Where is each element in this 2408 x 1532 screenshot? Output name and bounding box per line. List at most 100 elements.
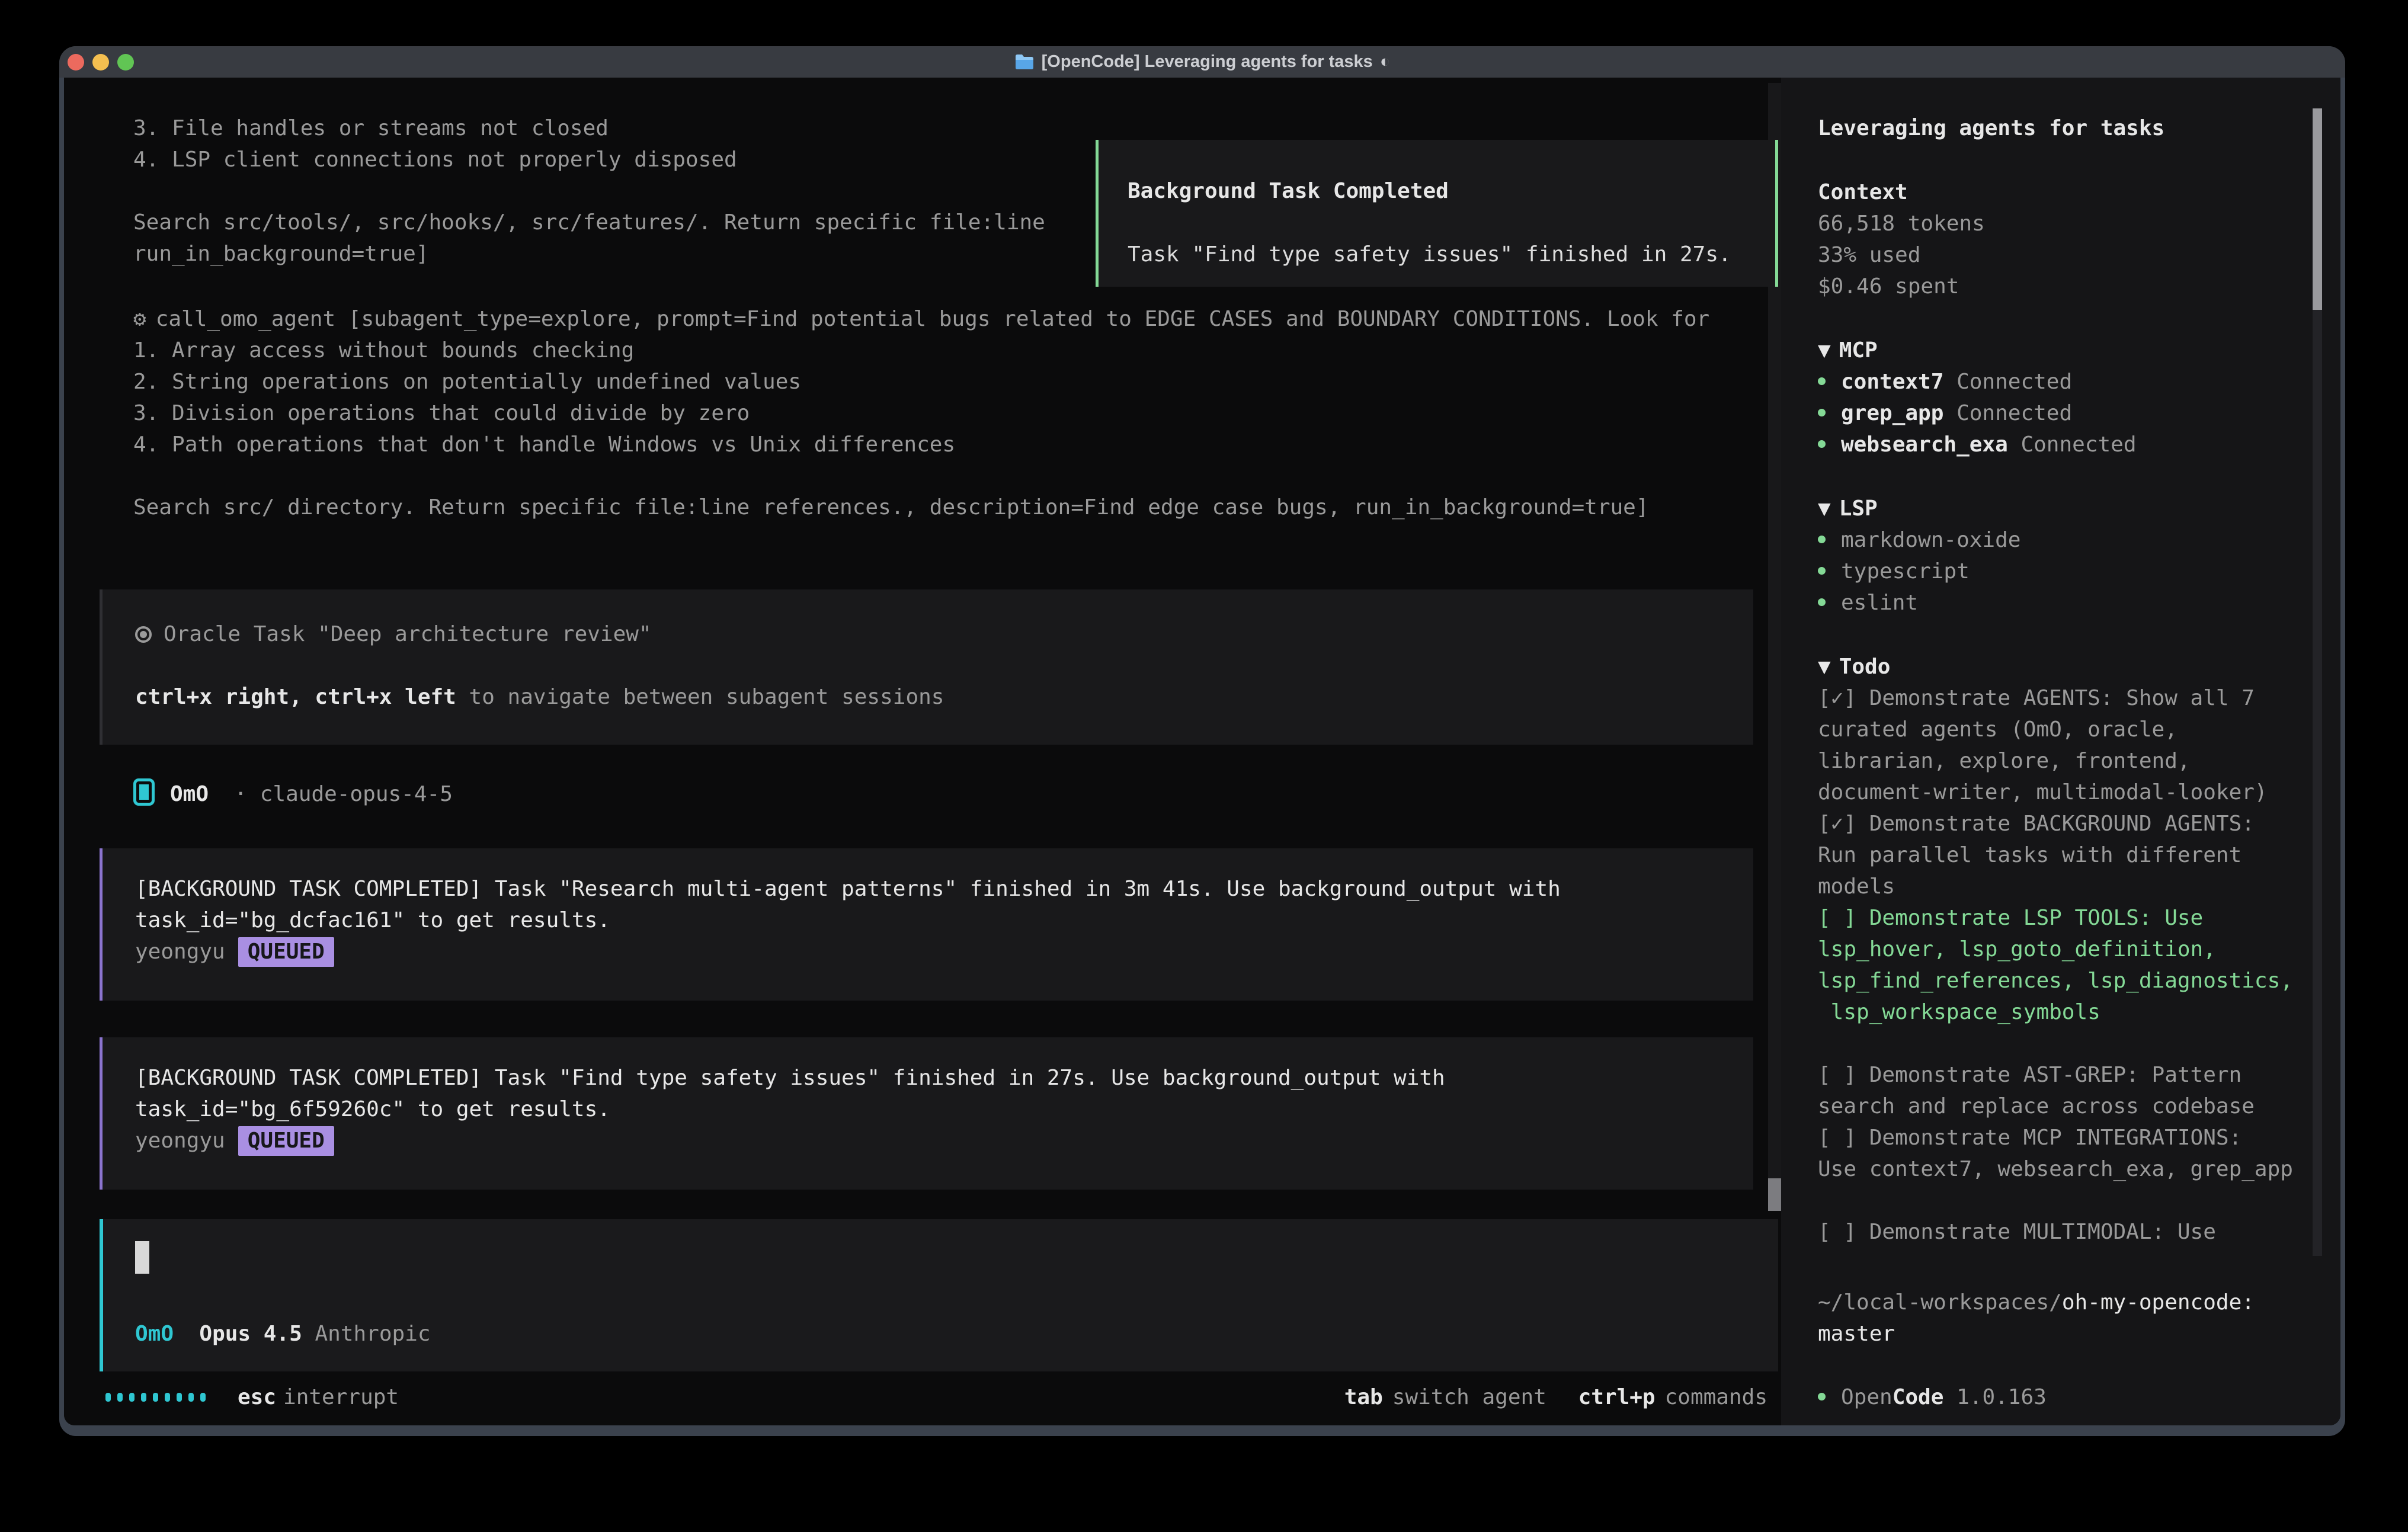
- spinner-dots: [105, 1393, 206, 1402]
- list-item: [ ] Demonstrate LSP TOOLS: Use: [1818, 902, 2293, 934]
- toast-body: Task "Find type safety issues" finished …: [1128, 239, 1775, 271]
- spinner-dot: [117, 1393, 123, 1402]
- list-item: 1. Array access without bounds checking: [133, 335, 1709, 366]
- scrollback-text: 3. File handles or streams not closed4. …: [133, 113, 1045, 270]
- list-item: lsp_hover, lsp_goto_definition,: [1818, 934, 2293, 965]
- agent-header: OmO · claude-opus-4-5: [133, 778, 453, 810]
- oracle-task-title-line: Oracle Task "Deep architecture review": [135, 618, 1753, 650]
- list-item: Search src/tools/, src/hooks/, src/featu…: [133, 207, 1045, 238]
- list-item: [133, 460, 1709, 492]
- list-item: 4. LSP client connections not properly d…: [133, 144, 1045, 175]
- tab-key-hint: tab: [1344, 1382, 1383, 1413]
- list-item: [✓] Demonstrate BACKGROUND AGENTS:: [1818, 808, 2293, 839]
- workspace-branch: master: [1818, 1318, 1895, 1350]
- navigation-hint: ctrl+x right, ctrl+x left to navigate be…: [135, 681, 1753, 713]
- radio-target-icon: [135, 626, 152, 643]
- chat-scrollbar-thumb[interactable]: [1768, 1178, 1781, 1211]
- window-titlebar[interactable]: [OpenCode] Leveraging agents for tasks ◐: [59, 46, 2345, 78]
- gear-icon: ⚙: [133, 303, 146, 335]
- mcp-item: grep_app Connected: [1818, 398, 2072, 429]
- input-provider-name: Anthropic: [315, 1322, 430, 1346]
- ctrlp-key-label: commands: [1665, 1382, 1767, 1413]
- collapse-triangle-icon: ▼: [1818, 496, 1831, 521]
- lsp-item: markdown-oxide: [1818, 524, 2020, 556]
- list-item: lsp_workspace_symbols: [1818, 996, 2293, 1028]
- list-item: librarian, explore, frontend,: [1818, 745, 2293, 777]
- list-item: [✓] Demonstrate AGENTS: Show all 7: [1818, 682, 2293, 714]
- task-author: yeongyu: [135, 1129, 225, 1153]
- list-item: [1818, 1185, 2293, 1216]
- spinner-dot: [165, 1393, 170, 1402]
- list-item: [ ] Demonstrate MCP INTEGRATIONS:: [1818, 1122, 2293, 1153]
- oracle-task-title: Oracle Task "Deep architecture review": [164, 622, 652, 646]
- lsp-section-header[interactable]: ▼LSP: [1818, 493, 1878, 524]
- spinner-dot: [153, 1393, 158, 1402]
- task-message-line1: [BACKGROUND TASK COMPLETED] Task "Find t…: [135, 1062, 1753, 1094]
- agent-checkbox-icon: [133, 778, 155, 806]
- collapse-triangle-icon: ▼: [1818, 338, 1831, 363]
- ctrlp-key-hint: ctrl+p: [1578, 1382, 1655, 1413]
- tool-call-header: ⚙ call_omo_agent [subagent_type=explore, …: [133, 303, 1709, 335]
- list-item: [133, 175, 1045, 207]
- mcp-section-header[interactable]: ▼MCP: [1818, 335, 1878, 366]
- toast-title: Background Task Completed: [1128, 175, 1775, 207]
- spinner-dot: [141, 1393, 146, 1402]
- window-title: [OpenCode] Leveraging agents for tasks ◐: [59, 46, 2345, 78]
- notification-toast[interactable]: Background Task Completed Task "Find typ…: [1096, 140, 1778, 287]
- workspace-path: ~/local-workspaces/oh-my-opencode:: [1818, 1287, 2255, 1318]
- list-item: models: [1818, 871, 2293, 902]
- status-dot-icon: [1818, 598, 1826, 606]
- todo-section-header[interactable]: ▼Todo: [1818, 651, 1890, 682]
- hint-keys: ctrl+x right, ctrl+x left: [135, 685, 456, 709]
- list-item: run_in_background=true]: [133, 238, 1045, 270]
- list-item: 3. File handles or streams not closed: [133, 113, 1045, 144]
- text-cursor: [135, 1241, 149, 1274]
- status-dot-icon: [1818, 567, 1826, 575]
- list-item: Use context7, websearch_exa, grep_app: [1818, 1153, 2293, 1185]
- half-circle-icon: ◐: [1380, 52, 1391, 72]
- prompt-input[interactable]: OmO Opus 4.5 Anthropic: [100, 1219, 1778, 1371]
- list-item: 3. Division operations that could divide…: [133, 398, 1709, 429]
- task-message: [BACKGROUND TASK COMPLETED] Task "Find t…: [100, 1037, 1753, 1190]
- mcp-item: context7 Connected: [1818, 366, 2072, 398]
- lsp-item: eslint: [1818, 587, 1918, 618]
- task-message-line2: task_id="bg_dcfac161" to get results.: [135, 905, 1753, 936]
- tool-call-header-text: call_omo_agent [subagent_type=explore, p…: [156, 307, 1710, 331]
- status-dot-icon: [1818, 409, 1826, 416]
- task-message: [BACKGROUND TASK COMPLETED] Task "Resear…: [100, 848, 1753, 1001]
- list-item: [ ] Demonstrate AST-GREP: Pattern: [1818, 1059, 2293, 1091]
- list-item: 4. Path operations that don't handle Win…: [133, 429, 1709, 460]
- context-spent: $0.46 spent: [1818, 271, 1959, 302]
- folder-icon: [1014, 54, 1035, 70]
- status-dot-icon: [1818, 536, 1826, 543]
- list-item: [ ] Demonstrate MULTIMODAL: Use: [1818, 1216, 2293, 1248]
- oracle-task-panel: Oracle Task "Deep architecture review" c…: [100, 589, 1753, 745]
- spinner-dot: [200, 1393, 206, 1402]
- list-item: 2. String operations on potentially unde…: [133, 366, 1709, 398]
- list-item: Run parallel tasks with different: [1818, 839, 2293, 871]
- agent-name: OmO: [170, 782, 209, 806]
- list-item: Search src/ directory. Return specific f…: [133, 492, 1709, 523]
- esc-key-label: interrupt: [283, 1385, 399, 1409]
- chat-area: 3. File handles or streams not closed4. …: [64, 78, 1781, 1425]
- list-item: curated agents (OmO, oracle,: [1818, 714, 2293, 745]
- collapse-triangle-icon: ▼: [1818, 655, 1831, 679]
- status-dot-icon: [1818, 440, 1826, 448]
- list-item: [1818, 1028, 2293, 1059]
- status-dot-icon: [1818, 377, 1826, 385]
- spinner-dot: [129, 1393, 135, 1402]
- session-title: Leveraging agents for tasks: [1818, 113, 2164, 144]
- spinner-dot: [177, 1393, 182, 1402]
- input-model-name: Opus 4.5: [199, 1322, 302, 1346]
- spinner-dot: [188, 1393, 194, 1402]
- task-message-meta: yeongyu QUEUED: [135, 1125, 1753, 1156]
- status-badge: QUEUED: [238, 1126, 334, 1156]
- task-message-line2: task_id="bg_6f59260c" to get results.: [135, 1094, 1753, 1125]
- session-sidebar: Leveraging agents for tasks Context 66,5…: [1781, 78, 2340, 1425]
- status-badge: QUEUED: [238, 937, 334, 967]
- esc-key-hint: esc: [238, 1385, 276, 1409]
- agent-model: claude-opus-4-5: [260, 782, 453, 806]
- mcp-item: websearch_exa Connected: [1818, 429, 2137, 460]
- lsp-item: typescript: [1818, 556, 1970, 587]
- sidebar-scrollbar-thumb[interactable]: [2313, 108, 2322, 310]
